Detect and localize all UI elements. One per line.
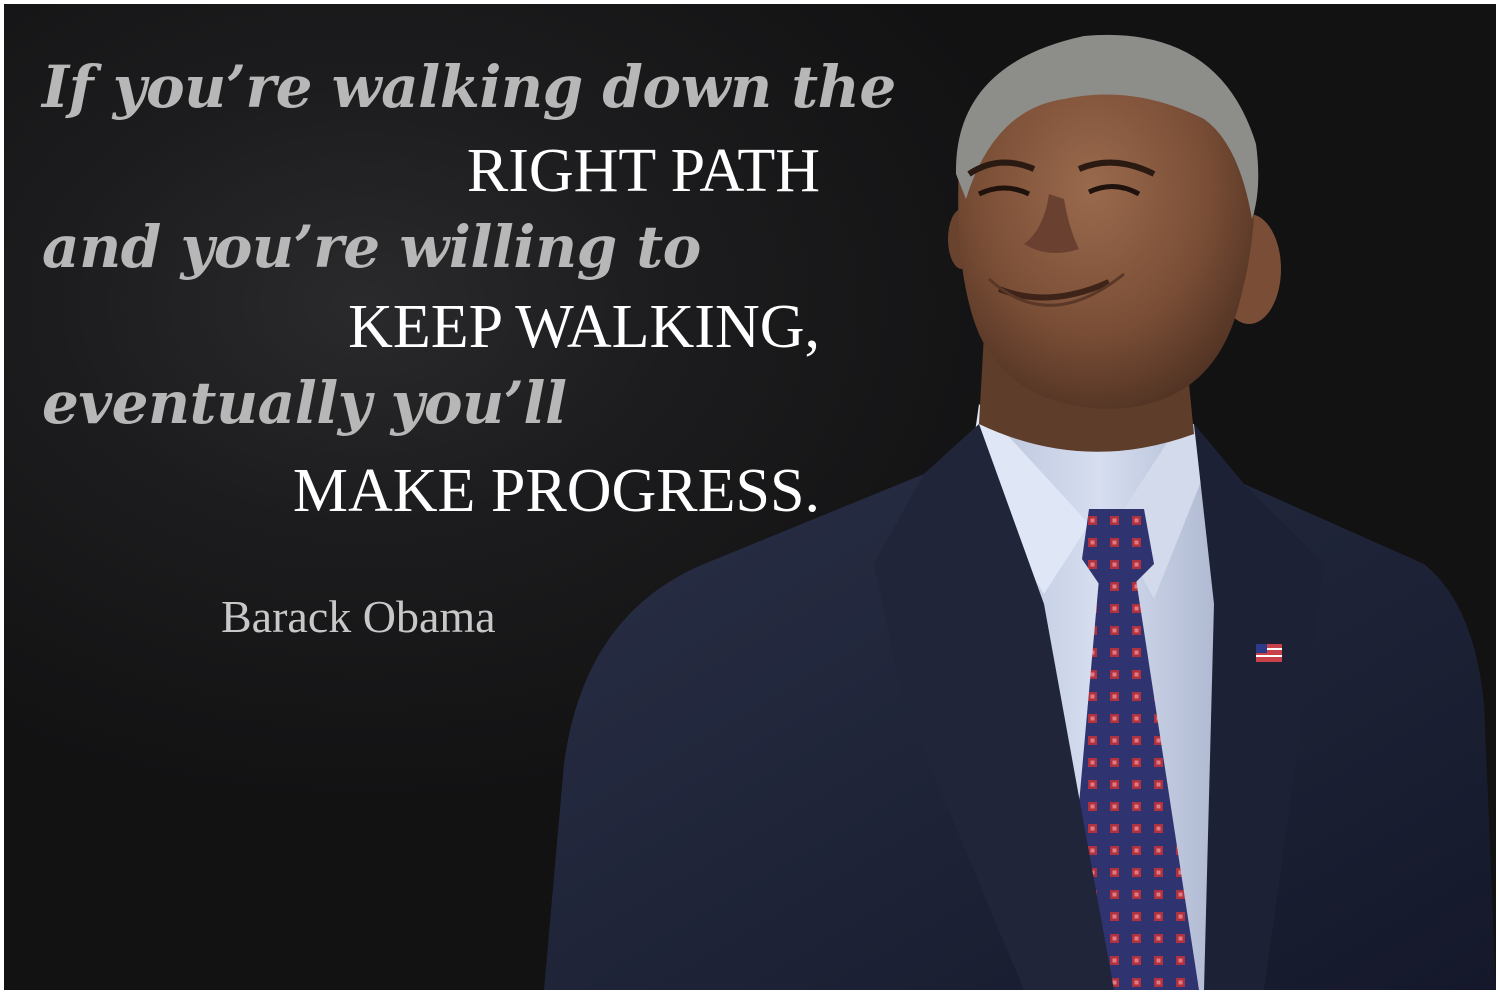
quote-author: Barack Obama [221,591,496,642]
quote-line-6: MAKE PROGRESS. [292,457,820,525]
quote-line-2: RIGHT PATH [466,137,820,205]
flag-pin-icon [1256,644,1282,662]
quote-line-3: and you’re willing to [42,213,701,281]
quote-line-5: eventually you’ll [42,369,567,437]
quote-poster: If you’re walking down the RIGHT PATH an… [4,4,1496,990]
quote-line-4: KEEP WALKING, [348,293,820,361]
poster-bottom-border [0,990,1500,998]
quote-line-1: If you’re walking down the [42,53,896,121]
